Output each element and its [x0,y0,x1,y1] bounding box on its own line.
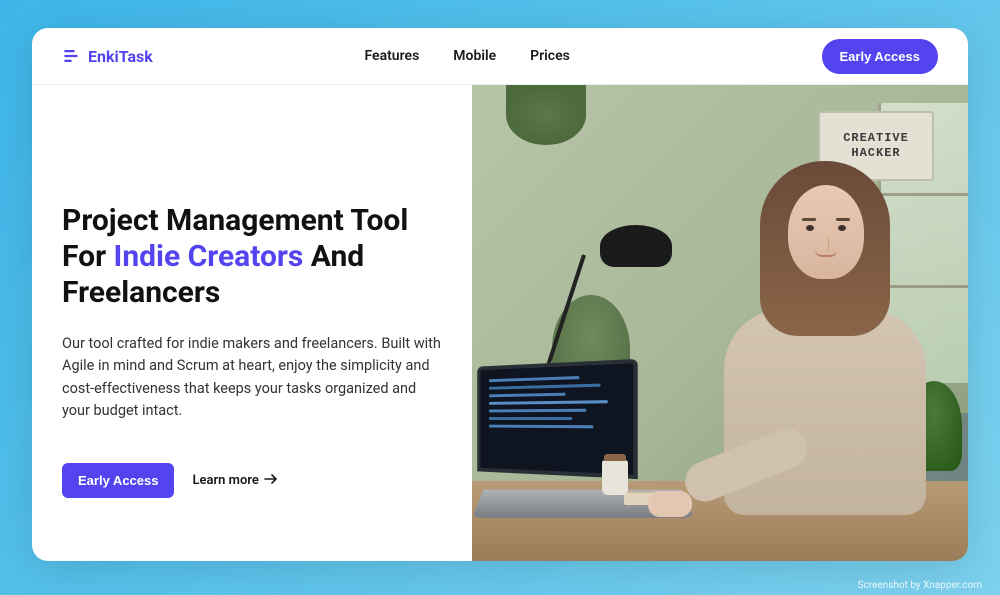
header: EnkiTask Features Mobile Prices Early Ac… [32,28,968,85]
brand-logo-icon [62,47,80,65]
nav-link-prices[interactable]: Prices [530,48,570,64]
hero-image: CREATIVE HACKER [472,85,968,561]
nav-link-mobile[interactable]: Mobile [453,48,496,64]
cta-row: Early Access Learn more [62,463,450,498]
code-lines [480,363,633,444]
coffee-cup [602,460,628,495]
arrow-right-icon [264,473,278,488]
learn-more-label: Learn more [192,473,258,488]
header-early-access-button[interactable]: Early Access [822,39,938,74]
screenshot-watermark: Screenshot by Xnapper.com [858,580,982,591]
hero-description: Our tool crafted for indie makers and fr… [62,333,442,423]
brand-name: EnkiTask [88,47,153,66]
brand[interactable]: EnkiTask [62,47,153,66]
nav-link-features[interactable]: Features [365,48,420,64]
learn-more-link[interactable]: Learn more [192,473,277,488]
hanging-plant [506,85,586,145]
hero-image-container: CREATIVE HACKER [472,85,968,561]
hero-title: Project Management Tool For Indie Creato… [62,203,450,311]
lamp-head [600,225,672,267]
hero-content: Project Management Tool For Indie Creato… [32,85,472,561]
illustration-person [710,147,940,517]
hero-title-highlight: Indie Creators [114,239,304,274]
hero-early-access-button[interactable]: Early Access [62,463,174,498]
app-window: EnkiTask Features Mobile Prices Early Ac… [32,28,968,561]
hero-section: Project Management Tool For Indie Creato… [32,85,968,561]
primary-nav: Features Mobile Prices [365,48,570,64]
